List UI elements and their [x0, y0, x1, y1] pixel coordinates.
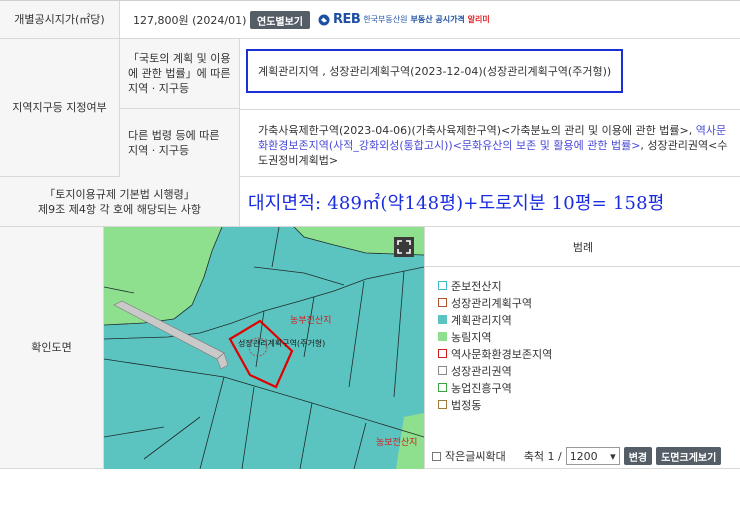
- legend-item: 성장관리권역: [438, 362, 552, 379]
- scale-value: 1200: [569, 449, 598, 463]
- legend-item: 역사문화환경보존지역: [438, 345, 552, 362]
- legend-item: 준보전산지: [438, 277, 552, 294]
- national-law-label-text: 「국토의 계획 및 이용 에 관한 법률」에 따른 지역 · 지구등: [128, 52, 231, 95]
- map-label: 확인도면: [0, 227, 104, 468]
- legend-swatch-1: [438, 298, 447, 307]
- enlarge-map-button[interactable]: 도면크게보기: [656, 447, 722, 465]
- legend-item: 농림지역: [438, 328, 552, 345]
- reb-link-suffix: 알리미: [467, 15, 490, 24]
- reb-link-prefix: 부동산 공시가격: [410, 15, 465, 24]
- legend-item: 계획관리지역: [438, 311, 552, 328]
- change-scale-button[interactable]: 변경: [623, 447, 653, 465]
- map-legend: 범례 준보전산지 성장관리계획구역 계획관리지역 농림지역 역사문화환경보존지역…: [424, 227, 740, 469]
- legend-label: 계획관리지역: [451, 313, 512, 327]
- legend-swatch-0: [438, 281, 447, 290]
- regulation-label-line2: 제9조 제4항 각 호에 해당되는 사항: [37, 202, 202, 216]
- national-law-value: 계획관리지역 , 성장관리계획구역(2023-12-04)(성장관리계획구역(주…: [246, 49, 623, 93]
- legend-label: 성장관리권역: [451, 364, 512, 378]
- map-drawing: 농부전산지 성장관리계획구역(주거형) 농보전산지: [104, 227, 424, 469]
- small-text-label: 작은글씨확대: [445, 450, 506, 463]
- chevron-down-icon: ▾: [610, 449, 616, 463]
- map-row: 확인도면 농부전산지 성장관리계획구역(주거형) 농보전산지 범례 준보전산지 …: [0, 227, 740, 469]
- scale-select[interactable]: 1200 ▾: [565, 447, 620, 465]
- legend-label: 법정동: [451, 398, 482, 412]
- map-text-bottom: 농보전산지: [376, 437, 417, 448]
- land-price-label: 개별공시지가(㎡당): [0, 1, 120, 38]
- divider: [240, 109, 740, 110]
- legend-item: 성장관리계획구역: [438, 294, 552, 311]
- other-law-value: 가축사육제한구역(2023-04-06)(가축사육제한구역)<가축분뇨의 관리 …: [258, 123, 734, 168]
- legend-label: 농업진흥구역: [451, 381, 512, 395]
- area-note: 대지면적: 489㎡(약148평)+도로지분 10평= 158평: [248, 193, 665, 214]
- scale-label: 축척 1 /: [523, 450, 562, 463]
- reb-alimi-link[interactable]: 부동산 공시가격 알리미: [410, 14, 489, 25]
- parcel-map[interactable]: 농부전산지 성장관리계획구역(주거형) 농보전산지: [104, 227, 424, 469]
- map-text-parcel: 성장관리계획구역(주거형): [238, 338, 325, 348]
- legend-swatch-2: [438, 315, 447, 324]
- other-law-label: 다른 법령 등에 따른 지역 · 지구등: [120, 109, 240, 177]
- legend-label: 역사문화환경보존지역: [451, 347, 553, 361]
- small-text-checkbox[interactable]: [432, 451, 441, 461]
- legend-label: 준보전산지: [451, 279, 502, 293]
- legend-item: 농업진흥구역: [438, 379, 552, 396]
- legend-list: 준보전산지 성장관리계획구역 계획관리지역 농림지역 역사문화환경보존지역 성장…: [438, 277, 552, 413]
- other-law-text-1: 가축사육제한구역(2023-04-06)(가축사육제한구역)<가축분뇨의 관리 …: [258, 124, 693, 137]
- land-price-value: 127,800원 (2024/01): [133, 14, 247, 27]
- legend-label: 성장관리계획구역: [451, 296, 532, 310]
- reb-link[interactable]: REB 한국부동산원 부동산 공시가격 알리미: [318, 12, 490, 27]
- legend-swatch-5: [438, 366, 447, 375]
- land-price-row: 개별공시지가(㎡당) 127,800원 (2024/01) 연도별보기 REB …: [0, 1, 740, 39]
- fullscreen-icon[interactable]: [394, 237, 414, 257]
- national-law-label: 「국토의 계획 및 이용 에 관한 법률」에 따른 지역 · 지구등: [120, 39, 240, 109]
- regulation-label: 「토지이용규제 기본법 시행령」 제9조 제4항 각 호에 해당되는 사항: [0, 177, 240, 226]
- map-controls: 작은글씨확대 축척 1 / 1200 ▾ 변경 도면크게보기: [425, 443, 740, 469]
- yearly-view-button[interactable]: 연도별보기: [250, 11, 310, 29]
- zoning-row: 지역지구등 지정여부 「국토의 계획 및 이용 에 관한 법률」에 따른 지역 …: [0, 39, 740, 177]
- legend-swatch-3: [438, 332, 447, 341]
- reb-logo-icon: [318, 14, 330, 25]
- reb-org-name: 한국부동산원: [363, 15, 408, 24]
- regulation-label-line1: 「토지이용규제 기본법 시행령」: [44, 187, 195, 201]
- legend-title: 범례: [425, 227, 740, 267]
- legend-swatch-7: [438, 400, 447, 409]
- legend-swatch-6: [438, 383, 447, 392]
- land-use-info-table: 개별공시지가(㎡당) 127,800원 (2024/01) 연도별보기 REB …: [0, 0, 740, 469]
- zoning-label: 지역지구등 지정여부: [0, 39, 120, 176]
- legend-item: 법정동: [438, 396, 552, 413]
- map-text-top: 농부전산지: [290, 315, 331, 326]
- legend-swatch-4: [438, 349, 447, 358]
- regulation-row: 「토지이용규제 기본법 시행령」 제9조 제4항 각 호에 해당되는 사항 대지…: [0, 177, 740, 227]
- legend-label: 농림지역: [451, 330, 492, 344]
- other-law-label-text: 다른 법령 등에 따른 지역 · 지구등: [128, 129, 220, 157]
- reb-logo-text: REB: [333, 12, 361, 27]
